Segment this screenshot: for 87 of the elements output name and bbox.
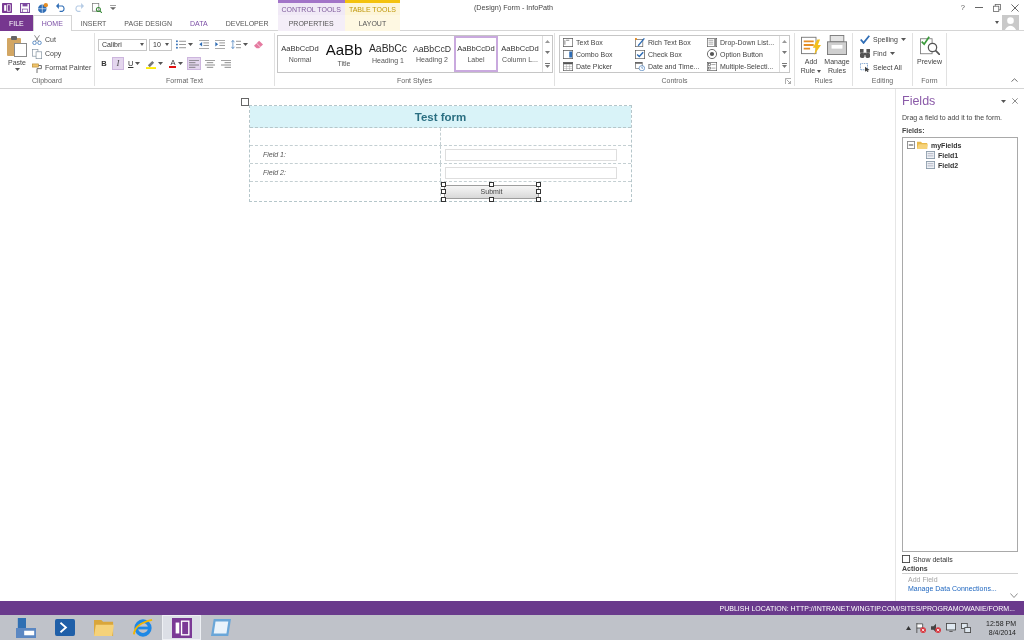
ring-logo-icon (132, 617, 153, 638)
clipboard-icon (7, 35, 27, 57)
resize-handle[interactable] (489, 196, 494, 202)
pane-menu-caret-icon[interactable] (1001, 99, 1006, 103)
combo-box-icon (563, 49, 573, 59)
scroll-down-icon[interactable] (782, 51, 787, 55)
speaker-muted-icon[interactable] (931, 622, 942, 633)
caret-icon[interactable] (14, 68, 20, 71)
scroll-down-icon[interactable] (1010, 593, 1018, 598)
eraser-icon (254, 40, 263, 49)
format-button[interactable] (252, 38, 265, 51)
publish-icon[interactable] (38, 2, 48, 13)
caret-icon[interactable] (900, 38, 906, 41)
bullet-list-icon (176, 40, 186, 49)
style-preview: AaBb (325, 41, 363, 57)
form-title: Test form (250, 106, 631, 128)
format-button[interactable] (219, 57, 234, 70)
scroll-up-icon[interactable] (782, 40, 787, 44)
align-right-icon (221, 59, 232, 68)
pane-title: Fields (902, 94, 937, 108)
line-spacing-icon (231, 40, 241, 49)
checkbox[interactable] (902, 555, 910, 563)
app-logo-icon[interactable] (2, 2, 12, 13)
indent-icon (215, 40, 225, 49)
display-icon[interactable] (946, 623, 957, 632)
preview-icon[interactable] (92, 2, 102, 13)
taskbar-button[interactable] (162, 615, 201, 640)
caret-icon[interactable] (135, 62, 141, 65)
preview-icon (919, 35, 940, 55)
terminal-icon (54, 619, 75, 636)
spell-check-icon (860, 35, 870, 44)
customize-icon[interactable] (110, 5, 116, 10)
caret-icon (165, 43, 169, 46)
caret-icon[interactable] (178, 62, 184, 65)
app-logo-icon (171, 617, 192, 638)
notepad-icon (210, 619, 231, 636)
outdent-icon (199, 40, 209, 49)
close-icon[interactable] (1011, 3, 1019, 12)
field-icon (926, 161, 935, 169)
caret-icon (817, 69, 822, 73)
caret-icon (140, 43, 144, 46)
restore-icon[interactable] (993, 3, 1001, 12)
copy-icon (32, 48, 42, 59)
format-button[interactable] (203, 57, 218, 70)
scissors-icon (32, 34, 42, 45)
tray-expand-icon[interactable] (906, 625, 912, 630)
style-preview: AaBbCc (368, 43, 408, 55)
highlighter-icon (146, 58, 157, 69)
undo-icon[interactable] (56, 3, 66, 12)
radio-icon (707, 49, 717, 59)
format-button[interactable] (229, 38, 250, 51)
scroll-down-icon[interactable] (545, 51, 550, 55)
resize-handle[interactable] (489, 181, 494, 187)
paintbrush-icon (32, 62, 42, 73)
caret-icon[interactable] (188, 43, 193, 46)
stacked-trays-icon (827, 35, 847, 55)
align-left-icon (189, 59, 200, 68)
more-icon[interactable] (782, 62, 787, 68)
more-icon[interactable] (545, 62, 550, 68)
caret-icon[interactable] (995, 21, 999, 24)
text-input-field[interactable] (445, 166, 617, 179)
binoculars-icon (860, 49, 870, 58)
field-icon (926, 151, 935, 159)
rule-lightning-icon (801, 35, 821, 55)
select-all-icon (860, 63, 870, 72)
format-button[interactable] (213, 38, 227, 51)
align-center-icon (205, 59, 216, 68)
style-preview: AaBbCcD (412, 44, 452, 54)
text-input-field[interactable] (445, 148, 617, 161)
checkbox-icon (635, 49, 645, 59)
save-icon[interactable] (20, 2, 30, 13)
table-select-handle[interactable] (241, 98, 249, 106)
caret-icon[interactable] (158, 62, 164, 65)
collapse-ribbon-icon[interactable] (1011, 78, 1018, 82)
caret-icon[interactable] (243, 43, 248, 46)
close-icon[interactable] (1012, 98, 1018, 104)
network-icon[interactable] (961, 622, 972, 633)
folder-icon (917, 141, 928, 149)
flag-alert-icon[interactable] (916, 622, 927, 633)
format-button[interactable] (187, 57, 202, 70)
format-button[interactable] (174, 38, 195, 51)
server-icon (15, 617, 36, 638)
caret-icon[interactable] (889, 52, 895, 55)
folder-icon (93, 619, 114, 636)
format-button[interactable] (197, 38, 211, 51)
collapse-node-icon[interactable] (907, 141, 915, 149)
scroll-up-icon[interactable] (545, 40, 550, 44)
